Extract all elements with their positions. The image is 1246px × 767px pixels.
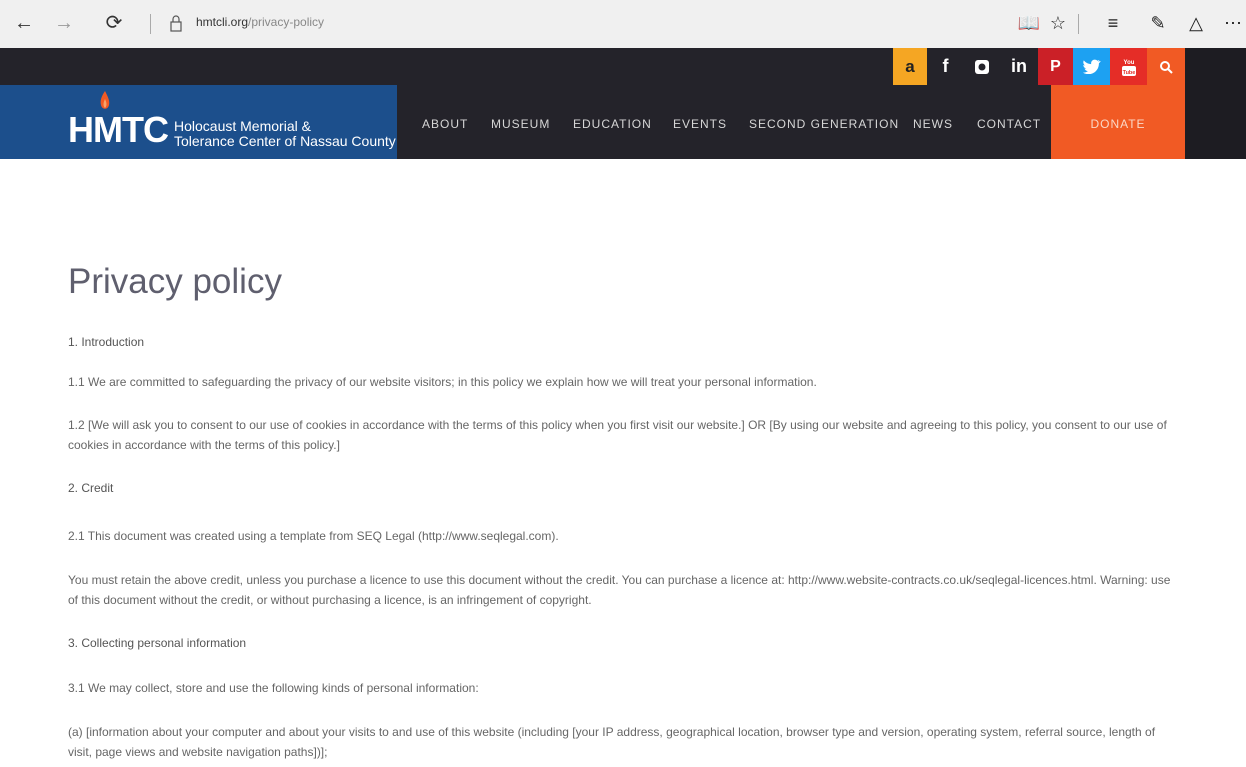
social-bar-edge (1185, 48, 1246, 85)
donate-label: DONATE (1090, 117, 1146, 131)
section-heading: 1. Introduction (68, 335, 145, 349)
policy-paragraph: 2.1 This document was created using a te… (68, 529, 559, 543)
nav-about[interactable]: ABOUT (422, 117, 468, 131)
header-edge (1185, 85, 1246, 159)
svg-text:Tube: Tube (1122, 70, 1135, 76)
favorite-star-icon[interactable]: ☆ (1045, 10, 1071, 36)
hub-icon[interactable]: ≡ (1100, 10, 1126, 36)
instagram-icon[interactable] (964, 48, 1000, 85)
youtube-icon[interactable]: You Tube (1110, 48, 1147, 85)
forward-arrow-icon[interactable]: → (52, 10, 76, 36)
nav-news[interactable]: NEWS (913, 117, 953, 131)
share-icon[interactable]: △ (1183, 10, 1209, 36)
toolbar-divider (150, 14, 151, 34)
section-heading: 2. Credit (68, 481, 114, 495)
lock-icon (170, 15, 182, 32)
logo-line-2: Tolerance Center of Nassau County (174, 133, 396, 149)
back-arrow-icon[interactable]: ← (12, 10, 36, 36)
donate-button[interactable]: DONATE (1051, 85, 1185, 159)
nav-contact[interactable]: CONTACT (977, 117, 1041, 131)
amazon-icon[interactable]: a (893, 48, 927, 85)
search-icon[interactable] (1147, 48, 1185, 85)
nav-education[interactable]: EDUCATION (573, 117, 652, 131)
url-path: /privacy-policy (248, 15, 325, 29)
pinterest-icon[interactable]: P (1038, 48, 1073, 85)
policy-paragraph: 1.1 We are committed to safeguarding the… (68, 375, 817, 389)
policy-paragraph: 3.1 We may collect, store and use the fo… (68, 681, 479, 695)
toolbar-divider (1078, 14, 1079, 34)
policy-paragraph: 1.2 [We will ask you to consent to our u… (68, 418, 1167, 452)
url-domain: hmtcli.org (196, 15, 249, 29)
web-note-icon[interactable]: ✎ (1145, 10, 1171, 36)
svg-text:You: You (1123, 60, 1134, 66)
site-header: HMTC Holocaust Memorial & Tolerance Cent… (0, 85, 1246, 159)
logo-line-1: Holocaust Memorial & (174, 118, 311, 134)
refresh-icon[interactable]: ⟳ (102, 10, 126, 36)
policy-paragraph: (a) [information about your computer and… (68, 725, 1156, 759)
more-icon[interactable]: ⋯ (1220, 10, 1246, 36)
page-title: Privacy policy (68, 262, 282, 301)
linkedin-icon[interactable]: in (1000, 48, 1038, 85)
nav-second-generation[interactable]: SECOND GENERATION (749, 117, 899, 131)
reading-view-icon[interactable]: 📖 (1016, 10, 1042, 36)
nav-events[interactable]: EVENTS (673, 117, 727, 131)
facebook-icon[interactable]: f (927, 48, 964, 85)
section-heading: 3. Collecting personal information (68, 636, 247, 650)
browser-toolbar: ← → ⟳ hmtcli.org/privacy-policy 📖 ☆ ≡ ✎ … (0, 0, 1246, 48)
policy-paragraph: You must retain the above credit, unless… (68, 573, 1171, 607)
address-bar[interactable]: hmtcli.org/privacy-policy (196, 15, 324, 29)
nav-museum[interactable]: MUSEUM (491, 117, 550, 131)
social-bar: a f in P You Tube (0, 48, 1246, 85)
site-logo[interactable]: HMTC Holocaust Memorial & Tolerance Cent… (0, 85, 397, 159)
logo-acronym: HMTC (68, 109, 169, 150)
twitter-icon[interactable] (1073, 48, 1110, 85)
